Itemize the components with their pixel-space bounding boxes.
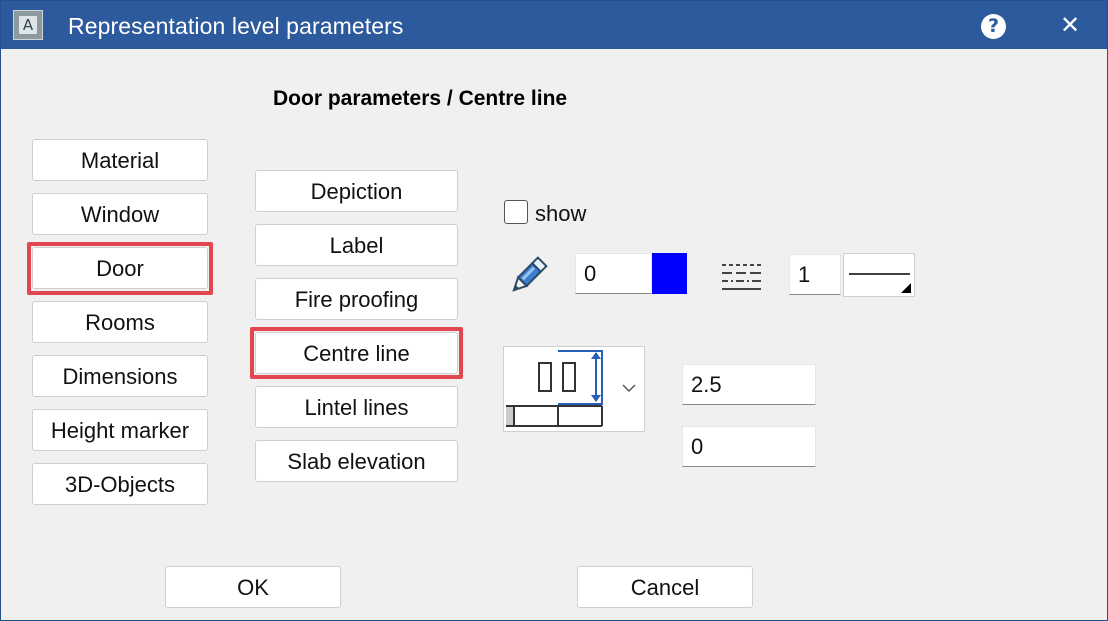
category-rooms-button[interactable]: Rooms — [32, 301, 208, 343]
category-height-marker-button[interactable]: Height marker — [32, 409, 208, 451]
sub-slab-elevation-button[interactable]: Slab elevation — [255, 440, 458, 482]
ok-button[interactable]: OK — [165, 566, 341, 608]
height-value-input[interactable]: 2.5 — [682, 364, 816, 405]
chevron-down-icon — [622, 384, 636, 393]
window-title: Representation level parameters — [68, 13, 404, 39]
sub-depiction-button[interactable]: Depiction — [255, 170, 458, 212]
help-icon[interactable]: ? — [981, 14, 1006, 39]
sub-centre-line-button[interactable]: Centre line — [255, 332, 458, 374]
app-icon: A — [13, 10, 43, 40]
line-style-preview — [849, 273, 911, 293]
height-reference-dropdown[interactable] — [503, 346, 645, 432]
sub-label-button[interactable]: Label — [255, 224, 458, 266]
line-type-input[interactable]: 1 — [789, 254, 841, 295]
category-3d-objects-button[interactable]: 3D-Objects — [32, 463, 208, 505]
category-dimensions-button[interactable]: Dimensions — [32, 355, 208, 397]
offset-value-input[interactable]: 0 — [682, 426, 816, 467]
sub-fire-proofing-button[interactable]: Fire proofing — [255, 278, 458, 320]
category-material-button[interactable]: Material — [32, 139, 208, 181]
dashed-lines-icon — [722, 264, 761, 290]
door-height-reference-icon — [506, 350, 636, 427]
category-window-button[interactable]: Window — [32, 193, 208, 235]
show-label: show — [535, 201, 587, 226]
line-style-dropdown[interactable] — [843, 253, 915, 297]
sub-lintel-lines-button[interactable]: Lintel lines — [255, 386, 458, 428]
page-title: Door parameters / Centre line — [273, 87, 568, 110]
title-bar: A Representation level parameters ? ✕ — [1, 1, 1107, 49]
show-checkbox[interactable] — [504, 200, 528, 224]
pencil-icon — [512, 256, 548, 292]
pen-thickness-input[interactable]: 0 — [575, 253, 652, 294]
category-door-button[interactable]: Door — [32, 247, 208, 289]
dialog-window: A Representation level parameters ? ✕ Do… — [0, 0, 1108, 621]
cancel-button[interactable]: Cancel — [577, 566, 753, 608]
close-button[interactable]: ✕ — [1056, 9, 1084, 41]
pen-color-swatch[interactable] — [652, 253, 687, 294]
